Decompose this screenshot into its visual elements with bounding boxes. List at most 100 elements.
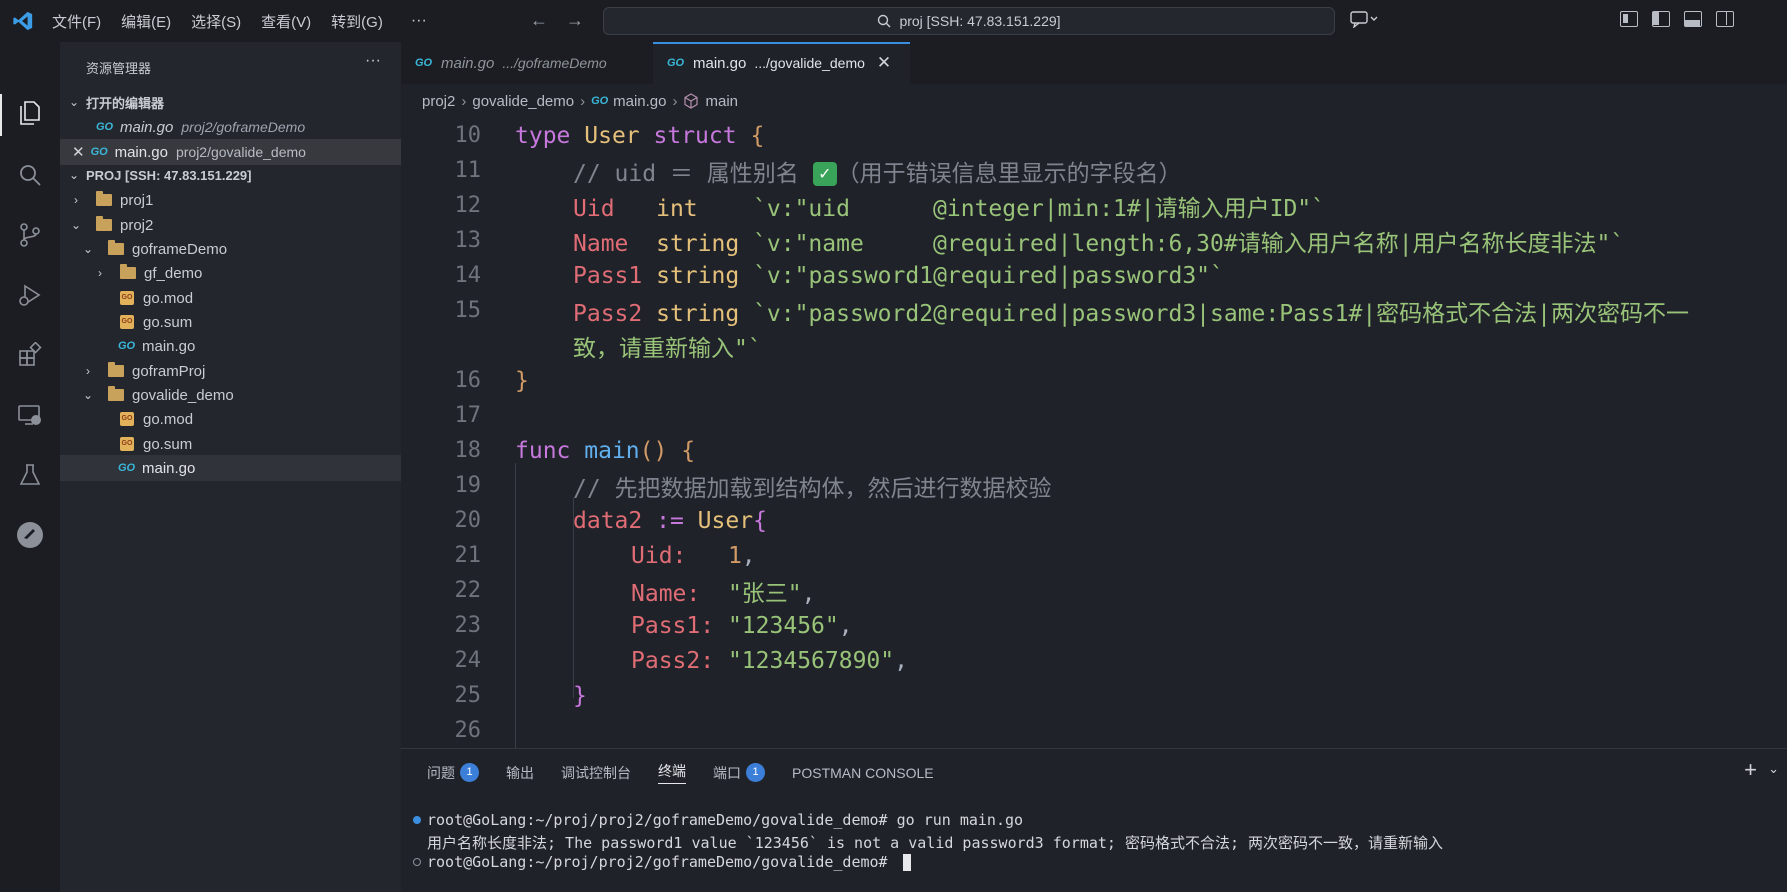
remote-explorer-icon[interactable] [15,400,45,430]
search-icon[interactable] [15,160,45,190]
breadcrumb-item[interactable]: main.go [613,93,666,110]
title-bar: 文件(F) 编辑(E) 选择(S) 查看(V) 转到(G) ··· ← → pr… [0,0,1787,42]
postman-icon[interactable] [15,520,45,550]
chevron-down-icon: ⌄ [82,242,94,256]
command-success-dot-icon [413,816,421,824]
terminal-output-line: 用户名称长度非法; The password1 value `123456` i… [427,834,1444,852]
copilot-chat-button[interactable] [1350,10,1378,32]
breadcrumb-item[interactable]: govalide_demo [472,93,574,110]
chevron-right-icon: › [74,193,78,207]
chevron-down-icon[interactable]: ⌄ [1768,761,1779,777]
chevron-down-icon: ⌄ [70,218,82,232]
go-file-icon: GO [591,95,609,107]
go-file-icon: GO [667,57,685,69]
chevron-right-icon: › [86,364,90,378]
folder-open-icon [108,386,124,401]
project-header[interactable]: ⌄ PROJ [SSH: 47.83.151.229] [60,162,401,188]
tree-item-go-sum[interactable]: GO go.sum [60,309,401,335]
menu-view[interactable]: 查看(V) [261,11,311,32]
tree-item-go-mod[interactable]: GO go.mod [60,285,401,311]
forward-arrow-icon[interactable]: → [566,10,584,31]
breadcrumb-item[interactable]: main [705,93,738,110]
extensions-icon[interactable] [15,340,45,370]
ports-badge: 1 [746,763,765,782]
folder-open-icon [96,216,112,231]
tab-debug-console[interactable]: 调试控制台 [561,763,631,783]
vscode-logo-icon [13,11,33,31]
tree-item-go-sum[interactable]: GO go.sum [60,431,401,457]
tree-item-main-go[interactable]: GO main.go [60,333,401,359]
chevron-right-icon: › [98,266,102,280]
menu-more-button[interactable]: ··· [411,12,427,30]
menu-edit[interactable]: 编辑(E) [121,11,171,32]
go-sum-icon: GO [120,437,134,451]
tree-item-go-mod[interactable]: GO go.mod [60,406,401,432]
open-editor-item[interactable]: GO main.go proj2/goframeDemo [60,114,401,140]
go-file-icon: GO [96,121,114,133]
tab-postman-console[interactable]: POSTMAN CONSOLE [792,765,934,781]
tab-problems[interactable]: 问题 1 [427,763,479,783]
go-mod-icon: GO [120,412,134,426]
tab-ports[interactable]: 端口 1 [713,763,765,783]
tab-main-go-goframedemo[interactable]: GO main.go .../goframeDemo [401,42,653,84]
search-icon [878,14,891,28]
go-file-icon: GO [118,462,136,474]
source-control-icon[interactable] [15,220,45,250]
run-debug-icon[interactable] [15,280,45,310]
chevron-down-icon: ⌄ [68,95,80,109]
tree-item-goframproj[interactable]: › goframProj [60,358,401,384]
tab-terminal[interactable]: 终端 [658,761,686,784]
tree-item-gf-demo[interactable]: › gf_demo [60,260,401,286]
sidebar-more-button[interactable]: ··· [365,52,381,70]
code-editor[interactable]: 10 type User struct { 11// uid ＝ 属性别名 ✓ （用… [401,118,1787,748]
editor-tabs: GO main.go .../goframeDemo GO main.go ..… [401,42,1787,84]
tree-item-proj1[interactable]: › proj1 [60,187,401,213]
command-center-search[interactable]: proj [SSH: 47.83.151.229] [603,7,1335,35]
sidebar-title: 资源管理器 [86,61,152,76]
toggle-primary-sidebar-icon[interactable] [1652,11,1670,27]
close-tab-icon[interactable]: ✕ [877,53,891,73]
tree-item-main-go-selected[interactable]: GO main.go [60,455,401,481]
go-file-icon: GO [118,340,136,352]
customize-layout-icon[interactable] [1620,11,1638,27]
toggle-secondary-sidebar-icon[interactable] [1716,11,1734,27]
problems-badge: 1 [460,763,479,782]
search-text: proj [SSH: 47.83.151.229] [899,13,1061,29]
menu-file[interactable]: 文件(F) [52,11,101,32]
tree-item-goframedemo[interactable]: ⌄ goframeDemo [60,236,401,262]
back-arrow-icon[interactable]: ← [530,10,548,31]
explorer-icon[interactable] [15,98,45,128]
folder-icon [120,264,136,279]
folder-icon [108,362,124,377]
terminal-prompt-line[interactable]: root@GoLang:~/proj/proj2/goframeDemo/gov… [413,853,911,871]
chat-icon [1350,11,1378,29]
chevron-right-icon: › [580,92,586,110]
bottom-panel: 问题 1 输出 调试控制台 终端 端口 1 POSTMAN CONSOLE + ⌄ … [401,748,1787,892]
menu-selection[interactable]: 选择(S) [191,11,241,32]
close-icon[interactable]: ✕ [72,143,85,161]
go-file-icon: GO [90,146,108,158]
go-mod-icon: GO [120,291,134,305]
breadcrumb-item[interactable]: proj2 [422,93,455,110]
open-editors-header[interactable]: ⌄ 打开的编辑器 [60,89,401,115]
go-file-icon: GO [415,57,433,69]
indent-guide [515,463,516,748]
testing-icon[interactable] [15,460,45,490]
tab-output[interactable]: 输出 [506,763,534,783]
folder-icon [96,191,112,206]
terminal-line: root@GoLang:~/proj/proj2/goframeDemo/gov… [413,811,1023,829]
cube-icon [684,93,699,109]
folder-open-icon [108,240,124,255]
new-terminal-button[interactable]: + [1744,757,1757,783]
tree-item-proj2[interactable]: ⌄ proj2 [60,212,401,238]
chevron-down-icon: ⌄ [82,388,94,402]
tree-item-govalide-demo[interactable]: ⌄ govalide_demo [60,382,401,408]
menu-go[interactable]: 转到(G) [331,11,383,32]
active-indicator [0,94,2,136]
chevron-down-icon: ⌄ [68,168,80,182]
tab-main-go-govalide-demo[interactable]: GO main.go .../govalide_demo ✕ [653,42,910,84]
toggle-panel-icon[interactable] [1684,11,1702,27]
chevron-right-icon: › [672,92,678,110]
chevron-right-icon: › [461,92,467,110]
activity-bar [0,42,60,892]
